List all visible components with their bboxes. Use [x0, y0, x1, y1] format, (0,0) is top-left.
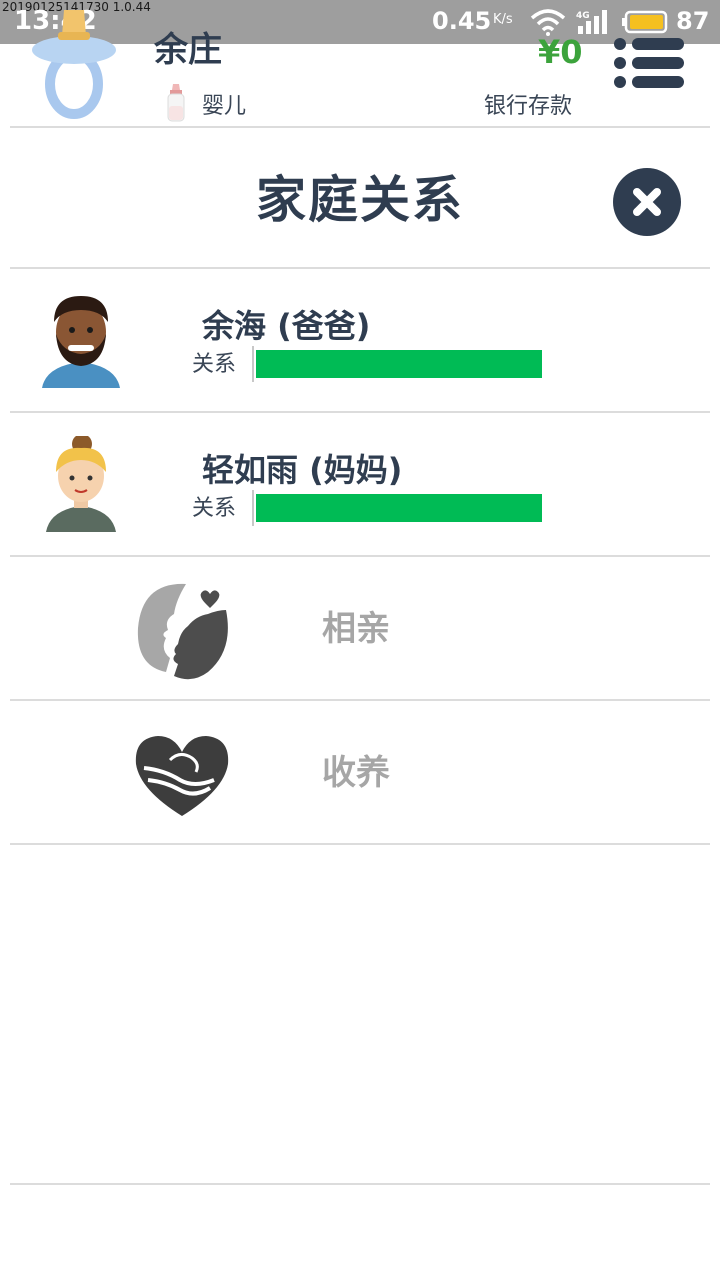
father-avatar	[42, 296, 120, 388]
dating-icon	[137, 583, 228, 680]
menu-icon[interactable]	[612, 36, 684, 90]
relation-bar	[252, 490, 542, 526]
close-button[interactable]	[613, 168, 681, 236]
life-stage-label: 婴儿	[202, 94, 247, 119]
member-name: 余海 (爸爸)	[202, 307, 371, 345]
header-divider	[10, 126, 710, 128]
relation-bar-fill	[256, 494, 542, 522]
row-divider	[10, 699, 710, 701]
battery-icon	[622, 10, 668, 34]
bottom-divider	[10, 1183, 710, 1185]
mother-avatar	[46, 436, 116, 532]
bank-deposit-label: 银行存款	[484, 94, 573, 119]
signal-4g-icon: 4G	[576, 10, 607, 34]
dialog-title: 家庭关系	[256, 171, 464, 229]
network-speed: 0.45	[432, 7, 492, 35]
adopt-button[interactable]: 收养	[10, 702, 710, 844]
adopt-label: 收养	[322, 753, 390, 793]
network-speed-unit: K/s	[493, 12, 513, 27]
family-member-mother[interactable]: 轻如雨 (妈妈) 关系	[10, 414, 710, 556]
row-divider	[10, 555, 710, 557]
wifi-icon	[530, 9, 566, 36]
close-icon	[633, 188, 661, 216]
baby-bottle-icon	[167, 84, 185, 122]
money-amount: ¥0	[538, 33, 583, 71]
dating-button[interactable]: 相亲	[10, 558, 710, 700]
family-member-father[interactable]: 余海 (爸爸) 关系	[10, 270, 710, 412]
relation-bar	[252, 346, 542, 382]
adopt-heart-icon	[135, 736, 229, 816]
row-divider	[10, 411, 710, 413]
relation-label: 关系	[192, 352, 237, 377]
battery-level: 87	[676, 7, 710, 35]
relation-bar-fill	[256, 350, 542, 378]
relation-label: 关系	[192, 496, 237, 521]
row-divider	[10, 843, 710, 845]
pacifier-icon[interactable]	[26, 10, 122, 120]
dating-label: 相亲	[322, 609, 390, 649]
player-name: 余庄	[154, 30, 222, 70]
title-divider	[10, 267, 710, 269]
member-name: 轻如雨 (妈妈)	[202, 451, 403, 489]
svg-text:4G: 4G	[576, 11, 590, 21]
